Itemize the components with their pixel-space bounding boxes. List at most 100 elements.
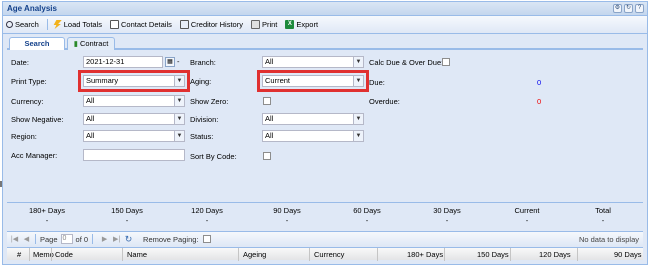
summary-label: Total	[595, 206, 611, 215]
overdue-label: Overdue:	[369, 97, 400, 106]
calendar-icon[interactable]: ▦	[165, 57, 175, 67]
column-divider	[309, 248, 310, 261]
last-page-icon[interactable]: ▶|	[112, 235, 121, 244]
overdue-value: 0	[537, 97, 542, 106]
column-header[interactable]: 180+ Days	[407, 250, 443, 259]
remove-paging-label: Remove Paging:	[143, 234, 199, 244]
date-label: Date:	[11, 58, 29, 67]
summary-value: -	[525, 216, 529, 225]
paging-toolbar: |◀ ◀ Page 0 of 0 ▶ ▶| ↻ Remove Paging: N…	[7, 231, 643, 246]
currency-select[interactable]: All ▼	[83, 95, 185, 107]
tab-search-label: Search	[24, 39, 50, 48]
pager-separator	[35, 234, 36, 244]
chevron-down-icon[interactable]: ▼	[353, 131, 363, 141]
summary-cell: 150 Days -	[87, 206, 167, 225]
status-label: Status:	[190, 132, 214, 141]
column-header[interactable]: Currency	[314, 250, 344, 259]
branch-value: All	[265, 57, 274, 66]
calc-due-checkbox[interactable]	[442, 58, 450, 66]
contact-details-button[interactable]: Contact Details	[110, 20, 172, 29]
summary-label: 60 Days	[353, 206, 381, 215]
dash-icon: -	[177, 57, 180, 66]
printer-icon	[250, 20, 260, 29]
due-label: Due:	[369, 78, 385, 87]
window-titlebar: Age Analysis ⚙ ↻ ?	[3, 2, 647, 16]
column-divider	[51, 248, 52, 261]
sort-by-code-label: Sort By Code:	[190, 152, 237, 161]
region-label: Region:	[11, 132, 37, 141]
summary-cell: 90 Days -	[247, 206, 327, 225]
search-button[interactable]: Search	[6, 20, 39, 29]
division-select[interactable]: All ▼	[262, 113, 364, 125]
chevron-down-icon[interactable]: ▼	[353, 57, 363, 67]
branch-label: Branch:	[190, 58, 216, 67]
search-button-label: Search	[15, 20, 39, 29]
column-header[interactable]: Ageing	[243, 250, 266, 259]
column-header[interactable]: Code	[55, 250, 73, 259]
column-header[interactable]: 150 Days	[477, 250, 509, 259]
window-title: Age Analysis	[7, 4, 57, 13]
grid-header: # Memo Code Name Ageing Currency 180+ Da…	[7, 247, 643, 261]
chevron-down-icon[interactable]: ▼	[174, 131, 184, 141]
summary-value: -	[445, 216, 449, 225]
acc-manager-field[interactable]	[83, 149, 185, 161]
column-divider	[122, 248, 123, 261]
no-data-message: No data to display	[578, 234, 639, 244]
column-header[interactable]: #	[17, 250, 21, 259]
column-header[interactable]: 120 Days	[539, 250, 571, 259]
summary-value: -	[285, 216, 289, 225]
load-totals-label: Load Totals	[63, 20, 102, 29]
show-negative-value: All	[86, 114, 95, 123]
show-zero-checkbox[interactable]	[263, 97, 271, 105]
summary-cell: Total -	[563, 206, 643, 225]
status-value: All	[265, 131, 274, 140]
toolbar-separator	[46, 19, 48, 30]
refresh-icon[interactable]: ↻	[624, 4, 633, 13]
chevron-down-icon[interactable]: ▼	[174, 114, 184, 124]
next-page-icon[interactable]: ▶	[100, 235, 109, 244]
date-field[interactable]: 2021-12-31	[83, 56, 163, 68]
export-button[interactable]: X Export	[285, 20, 318, 29]
summary-value: -	[601, 216, 605, 225]
summary-label: 180+ Days	[28, 206, 66, 215]
load-totals-button[interactable]: Load Totals	[53, 20, 102, 29]
region-select[interactable]: All ▼	[83, 130, 185, 142]
tab-search[interactable]: Search	[9, 37, 65, 50]
division-value: All	[265, 114, 274, 123]
chevron-down-icon[interactable]: ▼	[353, 114, 363, 124]
refresh-icon[interactable]: ↻	[124, 234, 133, 244]
summary-value: -	[125, 216, 129, 225]
date-value: 2021-12-31	[86, 57, 125, 66]
age-analysis-window: Age Analysis ⚙ ↻ ? Search Load Totals Co…	[2, 1, 648, 265]
show-negative-select[interactable]: All ▼	[83, 113, 185, 125]
search-form: Date: 2021-12-31 ▦ - Print Type: Summary…	[7, 52, 643, 199]
column-divider	[577, 248, 578, 261]
status-select[interactable]: All ▼	[262, 130, 364, 142]
branch-select[interactable]: All ▼	[262, 56, 364, 68]
column-divider	[510, 248, 511, 261]
column-header[interactable]: 90 Days	[614, 250, 642, 259]
show-negative-label: Show Negative:	[11, 115, 64, 124]
page-input[interactable]: 0	[60, 234, 73, 244]
window-tools: ⚙ ↻ ?	[613, 4, 644, 13]
first-page-icon[interactable]: |◀	[10, 235, 19, 244]
summary-label: 150 Days	[111, 206, 143, 215]
highlight-box-print-type	[78, 70, 190, 92]
remove-paging-checkbox[interactable]	[202, 235, 211, 243]
history-icon	[179, 20, 189, 29]
pager-separator	[92, 234, 94, 244]
prev-page-icon[interactable]: ◀	[22, 235, 31, 244]
help-icon[interactable]: ?	[635, 4, 644, 13]
gear-icon[interactable]: ⚙	[613, 4, 622, 13]
column-header[interactable]: Name	[127, 250, 147, 259]
summary-value: -	[205, 216, 209, 225]
resize-handle[interactable]	[0, 181, 2, 187]
print-button[interactable]: Print	[250, 20, 277, 29]
summary-label: 120 Days	[191, 206, 223, 215]
aging-label: Aging:	[190, 77, 212, 86]
creditor-history-button[interactable]: Creditor History	[179, 20, 243, 29]
chevron-down-icon[interactable]: ▼	[174, 96, 184, 106]
tab-contract[interactable]: ▮ Contract	[67, 37, 115, 50]
region-value: All	[86, 131, 95, 140]
sort-by-code-checkbox[interactable]	[263, 152, 271, 160]
